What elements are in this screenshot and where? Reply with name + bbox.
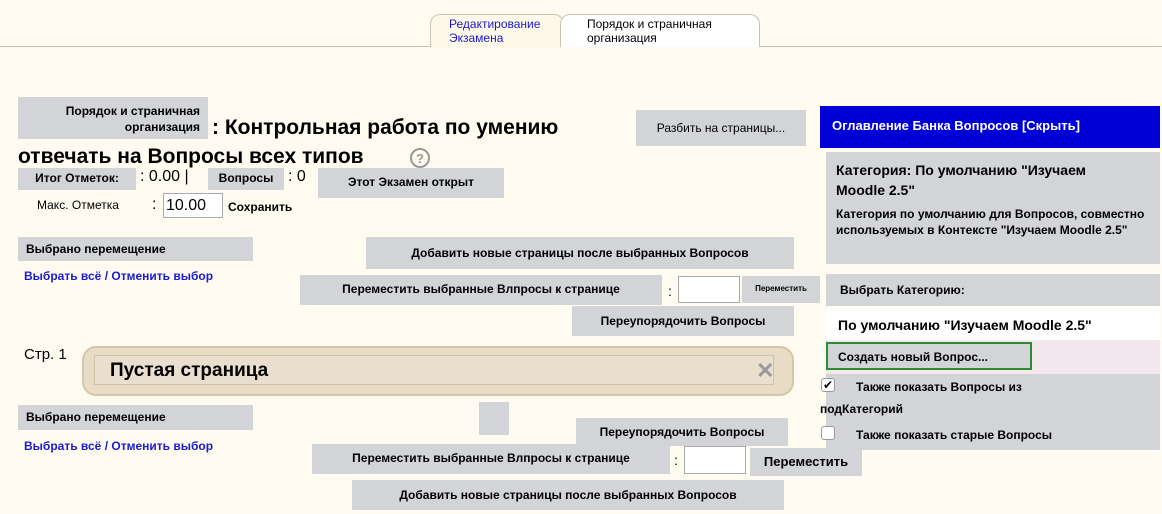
- blank-button[interactable]: [479, 402, 509, 435]
- category-name-line1: Категория: По умолчанию "Изучаем: [836, 162, 1087, 178]
- select-all-link[interactable]: Выбрать всё: [24, 269, 101, 283]
- page-label: Стр.: [24, 346, 55, 363]
- tab-edit-quiz-label-2[interactable]: Экзамена: [449, 31, 563, 45]
- help-icon[interactable]: ?: [410, 148, 430, 168]
- close-icon[interactable]: ✕: [756, 358, 774, 384]
- show-old-label: Также показать старые Вопросы: [856, 428, 1053, 442]
- deselect-link-bottom[interactable]: Отменить выбор: [111, 439, 213, 453]
- select-links-bottom: Выбрать всё / Отменить выбор: [24, 439, 213, 453]
- show-subcategories-label-2: подКатегорий: [820, 402, 903, 416]
- move-button[interactable]: Переместить: [742, 276, 820, 303]
- category-info: Категория: По умолчанию "Изучаем Moodle …: [826, 152, 1160, 264]
- reorder-button-bottom[interactable]: Переупорядочить Вопросы: [576, 418, 788, 446]
- link-separator: /: [104, 269, 109, 283]
- quiz-title-line1: : Контрольная работа по умению: [212, 116, 559, 139]
- move-to-page-button[interactable]: Переместить выбранные Влпросы к странице: [300, 275, 662, 305]
- tab-order-paging-label-1: Порядок и страничная: [587, 17, 712, 31]
- move-colon: :: [668, 283, 672, 299]
- add-pages-button-bottom[interactable]: Добавить новые страницы после выбранных …: [352, 480, 784, 510]
- tab-order-paging[interactable]: Порядок и страничная организация: [560, 14, 760, 48]
- max-grade-label: Макс. Отметка: [37, 198, 119, 212]
- select-links-top: Выбрать всё / Отменить выбор: [24, 269, 213, 283]
- page-number: 1: [58, 346, 67, 363]
- active-tab-gap: [430, 47, 760, 48]
- select-category-label: Выбрать Категорию:: [826, 274, 1160, 306]
- tab-order-paging-label-2: организация: [587, 31, 657, 45]
- quiz-open-status: Этот Экзамен открыт: [318, 168, 504, 198]
- show-old-checkbox[interactable]: [821, 426, 835, 440]
- link-separator-bottom: /: [104, 439, 109, 453]
- question-bank-header[interactable]: Оглавление Банка Вопросов [Скрыть]: [820, 106, 1160, 148]
- move-colon-bottom: :: [674, 452, 678, 468]
- page-title-label-2: организация: [124, 120, 200, 134]
- move-to-page-button-bottom[interactable]: Переместить выбранные Влпросы к странице: [312, 444, 670, 474]
- add-pages-button[interactable]: Добавить новые страницы после выбранных …: [366, 237, 794, 269]
- move-page-input-bottom[interactable]: [684, 446, 746, 474]
- page-number-label: Стр. 1: [24, 346, 67, 363]
- questions-count: : 0: [288, 168, 306, 185]
- category-select[interactable]: По умолчанию "Изучаем Moodle 2.5": [826, 308, 1160, 340]
- questions-label: Вопросы: [208, 168, 284, 190]
- move-button-bottom[interactable]: Переместить: [750, 448, 862, 476]
- selected-move-label-bottom: Выбрано перемещение: [18, 405, 253, 430]
- tab-edit-quiz-label-1[interactable]: Редактирование: [449, 17, 563, 31]
- category-description: Категория по умолчанию для Вопросов, сов…: [836, 207, 1145, 237]
- tab-edit-quiz[interactable]: Редактирование Экзамена: [430, 14, 564, 47]
- page-title-label: Порядок и страничная организация: [18, 97, 208, 139]
- max-grade-colon: :: [152, 196, 157, 213]
- deselect-link[interactable]: Отменить выбор: [111, 269, 213, 283]
- selected-move-label: Выбрано перемещение: [18, 237, 253, 261]
- move-page-input[interactable]: [678, 276, 740, 303]
- paginate-button[interactable]: Разбить на страницы...: [636, 110, 806, 146]
- quiz-title-line2: отвечать на Вопросы всех типов: [18, 145, 364, 168]
- empty-page-title: Пустая страница: [110, 360, 269, 381]
- show-subcategories-label-1: Также показать Вопросы из: [856, 380, 1022, 394]
- create-question-button[interactable]: Создать новый Вопрос...: [826, 342, 1032, 370]
- category-name-line2: Moodle 2.5": [836, 182, 915, 198]
- grades-total-label: Итог Отметок:: [18, 168, 136, 190]
- page-title-label-1: Порядок и страничная: [65, 104, 200, 118]
- reorder-button[interactable]: Переупорядочить Вопросы: [572, 306, 794, 336]
- max-grade-input[interactable]: 10.00: [163, 193, 223, 218]
- select-all-link-bottom[interactable]: Выбрать всё: [24, 439, 101, 453]
- save-button[interactable]: Сохранить: [228, 200, 292, 214]
- show-subcategories-checkbox[interactable]: ✔: [821, 378, 835, 392]
- grades-total-value: : 0.00 |: [140, 168, 189, 185]
